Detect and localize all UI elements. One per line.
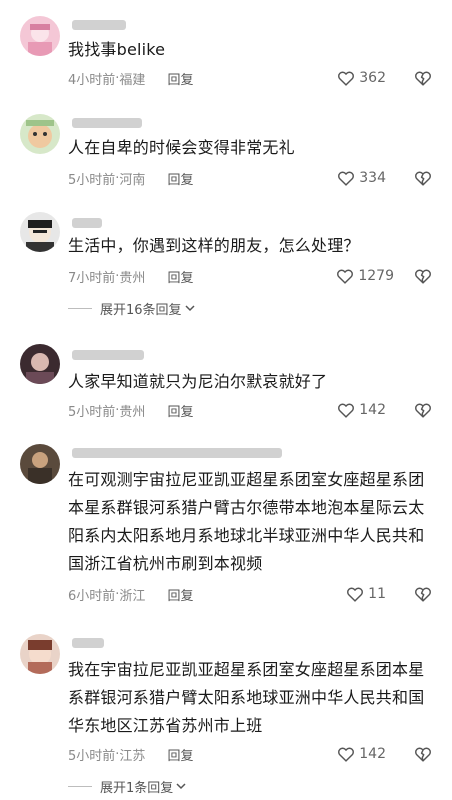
comment-item: 在可观测宇宙拉尼亚凯亚超星系团室女座超星系团本星系群银河系猎户臂古尔德带本地泡本… (0, 432, 452, 622)
heart-icon (338, 403, 355, 418)
comment-location: 贵州 (119, 270, 146, 286)
comment-meta: 6小时前 · 浙江 回复 (68, 584, 193, 604)
avatar[interactable] (20, 114, 60, 154)
divider-line (68, 785, 92, 787)
heart-icon (337, 269, 354, 284)
username-blurred[interactable] (72, 448, 282, 458)
comment-location: 江苏 (119, 748, 146, 764)
like-button[interactable]: 142 (337, 744, 386, 764)
like-count: 11 (368, 586, 386, 602)
comment-meta: 5小时前 · 河南 回复 (68, 168, 193, 188)
expand-replies-button[interactable]: 展开1条回复 (68, 776, 186, 796)
username-blurred[interactable] (72, 638, 104, 648)
comment-time: 4小时前 (68, 72, 116, 88)
like-button[interactable]: 362 (337, 68, 386, 88)
avatar[interactable] (20, 212, 60, 252)
chevron-down-icon (176, 783, 186, 790)
comment-location: 福建 (119, 72, 146, 88)
comment-item: 我在宇宙拉尼亚凯亚超星系团室女座超星系团本星系群银河系猎户臂太阳系地球亚洲中华人… (0, 626, 452, 800)
comment-meta: 4小时前 · 福建 回复 (68, 68, 193, 88)
dislike-button[interactable] (414, 168, 432, 188)
broken-heart-icon (415, 171, 431, 186)
like-count: 142 (359, 402, 386, 418)
comment-text: 生活中，你遇到这样的朋友，怎么处理？ (68, 236, 360, 255)
dislike-button[interactable] (414, 68, 432, 88)
broken-heart-icon (415, 747, 431, 762)
like-count: 362 (359, 70, 386, 86)
like-button[interactable]: 11 (346, 584, 386, 604)
comment-time: 5小时前 (68, 748, 116, 764)
comment-item: 我找事belike 4小时前 · 福建 回复 362 (0, 0, 452, 100)
username-blurred[interactable] (72, 118, 142, 128)
dislike-button[interactable] (414, 744, 432, 764)
comment-text: 我在宇宙拉尼亚凯亚超星系团室女座超星系团本星系群银河系猎户臂太阳系地球亚洲中华人… (68, 660, 425, 735)
comment-time: 5小时前 (68, 172, 116, 188)
like-count: 334 (359, 170, 386, 186)
expand-replies-button[interactable]: 展开16条回复 (68, 298, 195, 318)
comment-item: 人在自卑的时候会变得非常无礼 5小时前 · 河南 回复 334 (0, 100, 452, 200)
reply-button[interactable]: 回复 (167, 745, 193, 764)
username-blurred[interactable] (72, 218, 102, 228)
comment-meta: 5小时前 · 江苏 回复 (68, 744, 193, 764)
heart-icon (347, 587, 364, 602)
comment-text: 人家早知道就只为尼泊尔默哀就好了 (68, 372, 328, 391)
avatar[interactable] (20, 444, 60, 484)
comment-location: 河南 (119, 172, 146, 188)
comment-time: 5小时前 (68, 404, 116, 420)
expand-replies-label: 展开16条回复 (100, 302, 182, 318)
reply-button[interactable]: 回复 (167, 585, 193, 604)
comment-location: 浙江 (119, 588, 146, 604)
dislike-button[interactable] (414, 400, 432, 420)
heart-icon (338, 171, 355, 186)
like-button[interactable]: 334 (337, 168, 386, 188)
reply-button[interactable]: 回复 (167, 401, 193, 420)
comment-item: 人家早知道就只为尼泊尔默哀就好了 5小时前 · 贵州 回复 142 (0, 330, 452, 430)
like-button[interactable]: 142 (337, 400, 386, 420)
comment-meta: 7小时前 · 贵州 回复 (68, 266, 193, 286)
comment-time: 7小时前 (68, 270, 116, 286)
dislike-button[interactable] (414, 266, 432, 286)
comment-item: 生活中，你遇到这样的朋友，怎么处理？ 7小时前 · 贵州 回复 1279 展开1… (0, 200, 452, 330)
divider-line (68, 307, 92, 309)
reply-button[interactable]: 回复 (167, 169, 193, 188)
like-button[interactable]: 1279 (336, 266, 394, 286)
expand-replies-label: 展开1条回复 (100, 780, 174, 796)
comment-text: 在可观测宇宙拉尼亚凯亚超星系团室女座超星系团本星系群银河系猎户臂古尔德带本地泡本… (68, 470, 425, 573)
reply-button[interactable]: 回复 (167, 267, 193, 286)
chevron-down-icon (185, 305, 195, 312)
comment-time: 6小时前 (68, 588, 116, 604)
comment-meta: 5小时前 · 贵州 回复 (68, 400, 193, 420)
like-count: 142 (359, 746, 386, 762)
broken-heart-icon (415, 71, 431, 86)
username-blurred[interactable] (72, 20, 126, 30)
avatar[interactable] (20, 634, 60, 674)
comment-location: 贵州 (119, 404, 146, 420)
comment-text: 人在自卑的时候会变得非常无礼 (68, 138, 295, 157)
broken-heart-icon (415, 403, 431, 418)
like-count: 1279 (358, 268, 394, 284)
heart-icon (338, 71, 355, 86)
broken-heart-icon (415, 587, 431, 602)
avatar[interactable] (20, 344, 60, 384)
reply-button[interactable]: 回复 (167, 69, 193, 88)
avatar[interactable] (20, 16, 60, 56)
comment-text: 我找事belike (68, 40, 166, 59)
heart-icon (338, 747, 355, 762)
dislike-button[interactable] (414, 584, 432, 604)
broken-heart-icon (415, 269, 431, 284)
username-blurred[interactable] (72, 350, 144, 360)
